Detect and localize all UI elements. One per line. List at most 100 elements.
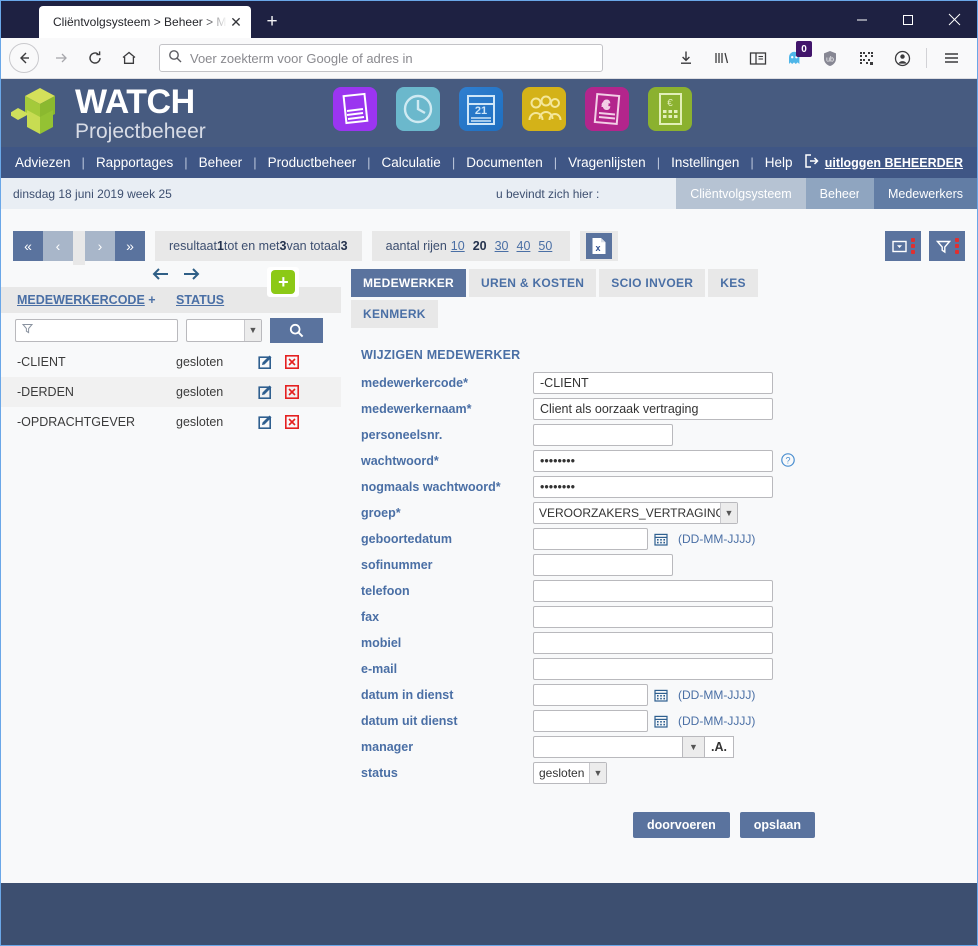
- edit-icon[interactable]: [258, 354, 274, 370]
- calendar-icon[interactable]: [654, 688, 668, 702]
- rows-option-50[interactable]: 50: [538, 239, 552, 253]
- delete-icon[interactable]: [284, 354, 300, 370]
- rows-option-40[interactable]: 40: [517, 239, 531, 253]
- calendar-icon[interactable]: [654, 532, 668, 546]
- browser-tab[interactable]: Cliëntvolgsysteem > Beheer > Med ✕: [39, 6, 251, 38]
- menu-item-instellingen[interactable]: Instellingen: [669, 155, 741, 170]
- menu-item-adviezen[interactable]: Adviezen: [13, 155, 73, 170]
- column-header-status[interactable]: STATUS: [176, 293, 224, 307]
- maximize-icon[interactable]: [885, 1, 931, 38]
- manager-input[interactable]: [533, 736, 683, 758]
- table-row[interactable]: -DERDEN gesloten: [1, 377, 341, 407]
- library-icon[interactable]: [707, 43, 737, 73]
- code-filter-input[interactable]: [15, 318, 178, 342]
- clock-icon[interactable]: [396, 87, 440, 131]
- fax-input[interactable]: [533, 606, 773, 628]
- prev-page-button[interactable]: ‹: [43, 231, 73, 261]
- datum-uit-dienst-input[interactable]: [533, 710, 648, 732]
- downloads-icon[interactable]: [671, 43, 701, 73]
- rows-option-20[interactable]: 20: [473, 239, 487, 253]
- logout-button[interactable]: uitloggen BEHEERDER: [804, 154, 963, 171]
- groep-select[interactable]: VEROORZAKERS_VERTRAGING ▼: [533, 502, 738, 524]
- menu-item-vragenlijsten[interactable]: Vragenlijsten: [566, 155, 648, 170]
- column-chooser-icon[interactable]: [885, 231, 921, 261]
- filter-icon[interactable]: [929, 231, 965, 261]
- search-button[interactable]: [270, 317, 323, 343]
- menu-separator: |: [750, 155, 754, 170]
- menu-item-rapportages[interactable]: Rapportages: [94, 155, 175, 170]
- calendar-icon[interactable]: [654, 714, 668, 728]
- datum-in-dienst-input[interactable]: [533, 684, 648, 706]
- add-medewerker-button[interactable]: +: [267, 267, 299, 297]
- doorvoeren-button[interactable]: doorvoeren: [633, 812, 730, 838]
- table-row[interactable]: -OPDRACHTGEVER gesloten: [1, 407, 341, 437]
- last-page-button[interactable]: »: [115, 231, 145, 261]
- personeelsnr-input[interactable]: [533, 424, 673, 446]
- move-right-icon[interactable]: [181, 267, 201, 285]
- container-tabs-icon[interactable]: 0: [779, 41, 812, 73]
- tab-uren-kosten[interactable]: UREN & KOSTEN: [469, 269, 597, 297]
- column-header-medewerkercode[interactable]: MEDEWERKERCODE +: [1, 293, 176, 307]
- forward-icon[interactable]: [45, 42, 77, 74]
- mobiel-input[interactable]: [533, 632, 773, 654]
- opslaan-button[interactable]: opslaan: [739, 812, 816, 838]
- menu-item-calculatie[interactable]: Calculatie: [380, 155, 443, 170]
- manager-initial-button[interactable]: .A.: [705, 736, 734, 758]
- minimize-icon[interactable]: [839, 1, 885, 38]
- app-menu-icon[interactable]: [936, 43, 966, 73]
- calendar-21-icon[interactable]: 21: [459, 87, 503, 131]
- calculator-icon[interactable]: €: [648, 87, 692, 131]
- status-filter-select[interactable]: ▼: [186, 318, 262, 342]
- nogmaals-wachtwoord-input[interactable]: ••••••••: [533, 476, 773, 498]
- tab-kenmerk[interactable]: KENMERK: [351, 300, 438, 328]
- euro-invoice-icon[interactable]: €: [585, 87, 629, 131]
- close-window-icon[interactable]: [931, 1, 977, 38]
- breadcrumb-item-medewerkers[interactable]: Medewerkers: [858, 178, 977, 209]
- tab-scio-invoer[interactable]: SCIO INVOER: [599, 269, 706, 297]
- chevron-down-icon[interactable]: ▼: [683, 736, 705, 758]
- medewerkercode-input[interactable]: -CLIENT: [533, 372, 773, 394]
- excel-export-icon[interactable]: x: [586, 233, 613, 259]
- rows-option-10[interactable]: 10: [451, 239, 465, 253]
- qr-code-icon[interactable]: [851, 43, 881, 73]
- sort-marker[interactable]: +: [148, 293, 155, 307]
- menu-item-help[interactable]: Help: [763, 155, 795, 170]
- address-bar[interactable]: Voer zoekterm voor Google of adres in: [159, 44, 603, 72]
- wachtwoord-input[interactable]: ••••••••: [533, 450, 773, 472]
- first-page-button[interactable]: «: [13, 231, 43, 261]
- people-icon[interactable]: [522, 87, 566, 131]
- help-icon[interactable]: ?: [781, 452, 795, 470]
- documents-icon[interactable]: [333, 87, 377, 131]
- geboortedatum-input[interactable]: [533, 528, 648, 550]
- field-datum-uit-dienst: datum uit dienst (DD-MM-JJJJ): [351, 708, 977, 734]
- table-row[interactable]: -CLIENT gesloten: [1, 347, 341, 377]
- next-page-button[interactable]: ›: [85, 231, 115, 261]
- shield-icon[interactable]: ub: [815, 43, 845, 73]
- account-icon[interactable]: [887, 43, 917, 73]
- rows-option-30[interactable]: 30: [495, 239, 509, 253]
- home-icon[interactable]: [113, 42, 145, 74]
- reload-icon[interactable]: [79, 42, 111, 74]
- edit-icon[interactable]: [258, 414, 274, 430]
- back-icon[interactable]: [9, 43, 39, 73]
- telefoon-input[interactable]: [533, 580, 773, 602]
- new-tab-icon[interactable]: +: [257, 6, 287, 38]
- field-label: telefoon: [361, 584, 410, 598]
- menu-item-beheer[interactable]: Beheer: [197, 155, 245, 170]
- tab-medewerker[interactable]: MEDEWERKER: [351, 269, 467, 297]
- email-input[interactable]: [533, 658, 773, 680]
- edit-icon[interactable]: [258, 384, 274, 400]
- status-select[interactable]: gesloten ▼: [533, 762, 607, 784]
- delete-icon[interactable]: [284, 414, 300, 430]
- sofinummer-input[interactable]: [533, 554, 673, 576]
- tab-kes[interactable]: KES: [708, 269, 758, 297]
- medewerkernaam-input[interactable]: Client als oorzaak vertraging: [533, 398, 773, 420]
- breadcrumb-item-clientvolgsysteem[interactable]: Cliëntvolgsysteem: [661, 178, 806, 209]
- close-tab-icon[interactable]: ✕: [227, 13, 245, 31]
- sidebar-icon[interactable]: [743, 43, 773, 73]
- menu-item-documenten[interactable]: Documenten: [464, 155, 545, 170]
- menu-item-productbeheer[interactable]: Productbeheer: [266, 155, 359, 170]
- app-logo[interactable]: WATCH Projectbeheer: [1, 84, 206, 142]
- delete-icon[interactable]: [284, 384, 300, 400]
- move-left-icon[interactable]: [151, 267, 171, 285]
